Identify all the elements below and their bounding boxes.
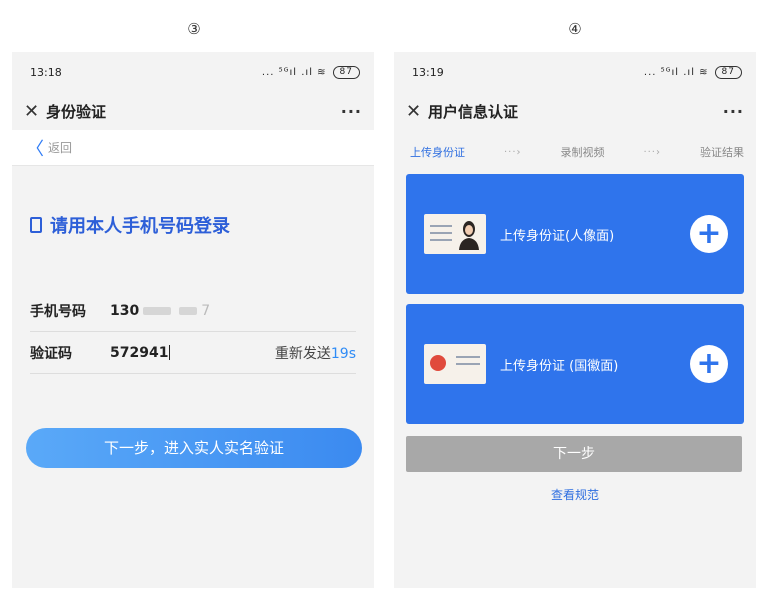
status-icons: ... ⁵ᴳıl .ıl ≋ 87: [643, 65, 742, 79]
step-number-3: ③: [187, 20, 201, 38]
back-label: 返回: [48, 141, 73, 155]
portrait-icon: [459, 221, 479, 250]
next-step-button[interactable]: 下一步: [406, 436, 742, 472]
next-real-name-button[interactable]: 下一步，进入实人实名验证: [26, 428, 362, 468]
verification-code-input[interactable]: 572941: [110, 345, 275, 361]
national-emblem-icon: [430, 355, 446, 371]
step-result: 验证结果: [699, 146, 744, 159]
upload-id-back-card[interactable]: 上传身份证 (国徽面) +: [406, 304, 744, 424]
phone-suffix: 7: [201, 302, 211, 319]
resend-code-button[interactable]: 重新发送19s: [275, 343, 356, 363]
title-bar: ✕ 用户信息认证 ···: [394, 92, 756, 130]
add-back-photo-button[interactable]: +: [690, 345, 728, 383]
step-record-video: 录制视频: [560, 146, 605, 159]
chevron-left-icon: 〈: [26, 138, 44, 160]
phone-screen-identity-verification: 13:18 ... ⁵ᴳıl .ıl ≋ 87 ✕ 身份验证 ··· 〈 返回 …: [12, 52, 374, 588]
upload-id-front-card[interactable]: 上传身份证(人像面) +: [406, 174, 744, 294]
page-title: 身份验证: [46, 102, 107, 121]
phone-prefix: 130: [110, 302, 140, 319]
phone-number-input[interactable]: 130 7: [110, 303, 356, 319]
upload-front-label: 上传身份证(人像面): [500, 228, 615, 244]
status-time: 13:19: [412, 65, 444, 79]
verification-code-label: 验证码: [30, 345, 72, 362]
verification-code-value: 572941: [110, 344, 169, 361]
id-card-front-icon: [424, 214, 486, 254]
masked-digits: [179, 306, 198, 315]
battery-icon: 87: [332, 65, 360, 79]
close-icon[interactable]: ✕: [406, 101, 428, 122]
status-time: 13:18: [30, 65, 62, 79]
verification-code-row: 验证码 572941 重新发送19s: [30, 332, 356, 374]
mobile-phone-icon: [30, 217, 42, 233]
progress-steps: 上传身份证 ···› 录制视频 ···› 验证结果: [394, 130, 756, 174]
arrow-right-icon: ···›: [503, 146, 522, 158]
masked-digits: [143, 306, 172, 315]
text-cursor: [169, 345, 171, 360]
resend-countdown: 19s: [330, 345, 356, 362]
more-icon[interactable]: ···: [723, 102, 744, 121]
login-heading-text: 请用本人手机号码登录: [50, 216, 230, 237]
back-link[interactable]: 〈 返回: [12, 130, 374, 166]
resend-label: 重新发送: [274, 345, 331, 362]
step-upload-id: 上传身份证: [410, 146, 465, 159]
arrow-right-icon: ···›: [643, 146, 661, 158]
phone-screen-user-info-auth: 13:19 ... ⁵ᴳıl .ıl ≋ 87 ✕ 用户信息认证 ··· 上传身…: [394, 52, 756, 588]
id-card-back-icon: [424, 344, 486, 384]
status-bar: 13:19 ... ⁵ᴳıl .ıl ≋ 87: [394, 52, 756, 92]
upload-back-label: 上传身份证 (国徽面): [500, 358, 619, 374]
add-front-photo-button[interactable]: +: [690, 215, 728, 253]
signal-icon: ... ⁵ᴳıl .ıl ≋: [261, 66, 327, 78]
page-title: 用户信息认证: [428, 102, 519, 121]
more-icon[interactable]: ···: [341, 102, 362, 121]
title-bar: ✕ 身份验证 ···: [12, 92, 374, 130]
phone-number-row: 手机号码 130 7: [30, 290, 356, 332]
close-icon[interactable]: ✕: [24, 101, 46, 122]
view-guidelines-link[interactable]: 查看规范: [394, 486, 756, 503]
phone-number-label: 手机号码: [30, 303, 86, 320]
status-bar: 13:18 ... ⁵ᴳıl .ıl ≋ 87: [12, 52, 374, 92]
status-icons: ... ⁵ᴳıl .ıl ≋ 87: [261, 65, 360, 79]
signal-icon: ... ⁵ᴳıl .ıl ≋: [643, 66, 709, 78]
login-form: 请用本人手机号码登录 手机号码 130 7 验证码 572941 重新发送19s …: [12, 212, 374, 468]
step-number-4: ④: [568, 20, 582, 38]
battery-icon: 87: [714, 65, 742, 79]
login-heading: 请用本人手机号码登录: [30, 212, 356, 238]
